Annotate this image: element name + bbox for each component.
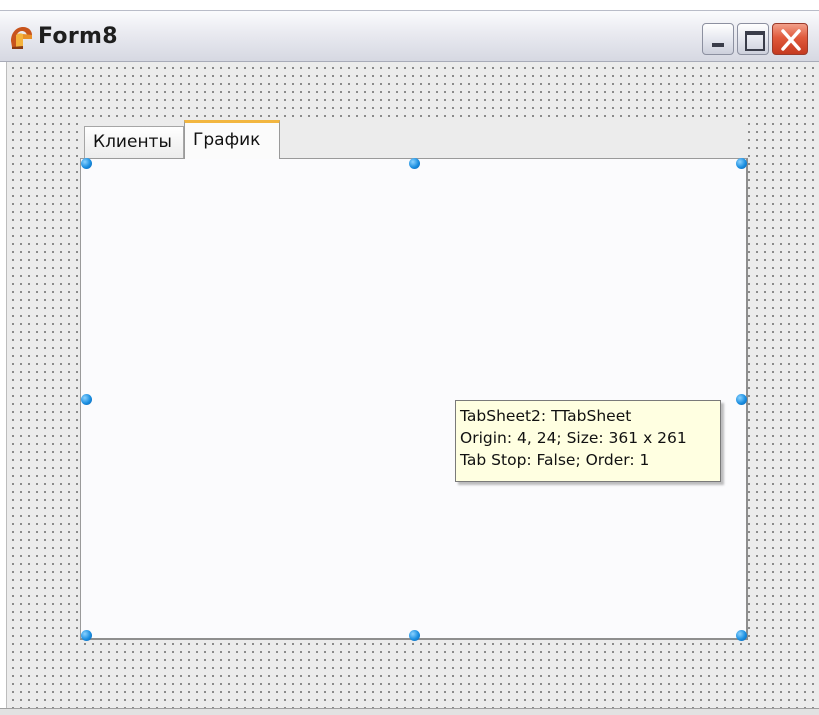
- page-control[interactable]: Клиенты График: [80, 120, 748, 640]
- selection-handle-top-right[interactable]: [736, 158, 747, 169]
- close-icon: [781, 29, 801, 51]
- hint-line-geometry: Origin: 4, 24; Size: 361 x 261: [460, 429, 687, 447]
- window-title: Form8: [38, 24, 118, 49]
- selection-handle-bottom[interactable]: [409, 630, 420, 641]
- close-button[interactable]: [772, 23, 808, 55]
- selection-handle-top-left[interactable]: [81, 158, 92, 169]
- tab-chart-label: График: [193, 130, 261, 150]
- selection-handle-top[interactable]: [409, 158, 420, 169]
- form-window: Form8 Клиенты График TabSheet2: TTabShee…: [0, 0, 819, 715]
- title-bar[interactable]: Form8: [0, 10, 819, 62]
- maximize-button[interactable]: [737, 23, 769, 55]
- component-hint-tooltip: TabSheet2: TTabSheet Origin: 4, 24; Size…: [455, 400, 721, 482]
- tab-clients-label: Клиенты: [93, 132, 172, 152]
- tab-strip: Клиенты График: [80, 120, 748, 159]
- tab-chart[interactable]: График: [184, 120, 280, 159]
- hint-line-taborder: Tab Stop: False; Order: 1: [460, 451, 650, 469]
- hint-line-name: TabSheet2: TTabSheet: [460, 407, 632, 425]
- delphi-helmet-icon: [11, 27, 32, 49]
- tab-sheet[interactable]: [80, 158, 748, 640]
- maximize-icon: [745, 31, 765, 51]
- tab-clients[interactable]: Клиенты: [84, 126, 184, 158]
- selection-handle-bottom-left[interactable]: [81, 630, 92, 641]
- selection-handle-bottom-right[interactable]: [736, 630, 747, 641]
- selection-handle-left[interactable]: [81, 394, 92, 405]
- selection-handle-right[interactable]: [736, 394, 747, 405]
- minimize-button[interactable]: [702, 23, 734, 55]
- minimize-icon: [712, 43, 724, 47]
